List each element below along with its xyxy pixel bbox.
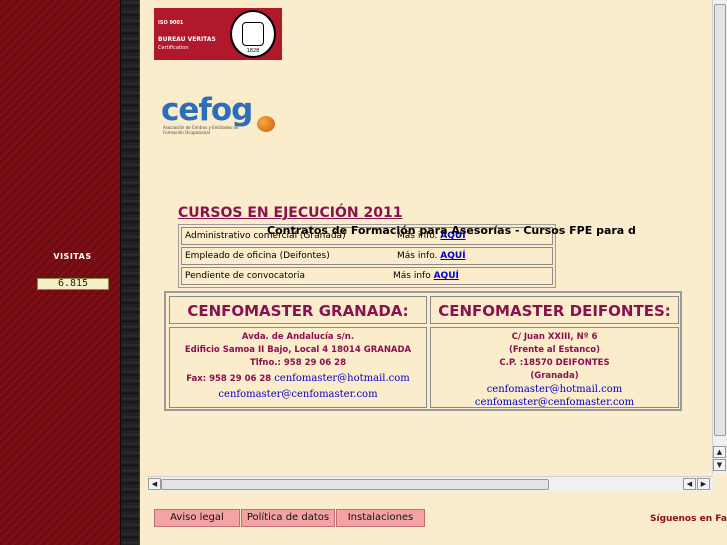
horizontal-scrollbar[interactable]: ◀ ◀ ▶ <box>147 476 713 491</box>
footer-tab-politica-datos[interactable]: Política de datos <box>241 509 335 527</box>
course-row: Empleado de oficina (Deifontes) Más info… <box>181 247 553 265</box>
courses-marquee[interactable]: Contratos de Formación para Asesorías - … <box>267 224 711 238</box>
seal-emblem-icon <box>242 22 264 46</box>
scroll-left-end-icon[interactable]: ◀ <box>683 478 696 490</box>
deifontes-details: C/ Juan XXIII, Nº 6 (Frente al Estanco) … <box>430 327 679 408</box>
scroll-left-icon[interactable]: ◀ <box>148 478 161 490</box>
cefog-ball-icon <box>257 116 275 132</box>
social-follow-text[interactable]: Síguenos en Fa <box>650 514 727 524</box>
vertical-scrollbar-thumb[interactable] <box>714 4 726 436</box>
granada-phone: Tlfno.: 958 29 06 28 <box>250 358 346 368</box>
course-name: Empleado de oficina (Deifontes) <box>185 251 330 261</box>
course-more-info: Más info. AQUÍ <box>397 251 466 261</box>
bureau-veritas-logo: ISO 9001 BUREAU VERITAS Certification 18… <box>154 8 282 60</box>
course-name: Pendiente de convocatoria <box>185 271 306 281</box>
visits-counter: 6.815 <box>37 278 109 290</box>
more-info-label: Más info. <box>397 251 438 261</box>
cert-sub-text: Certification <box>158 45 189 51</box>
vertical-scrollbar[interactable]: ▲ ▼ <box>712 0 727 474</box>
content-frame: ISO 9001 BUREAU VERITAS Certification 18… <box>147 0 727 492</box>
granada-address-1: Avda. de Andalucía s/n. <box>241 332 355 342</box>
courses-title: CURSOS EN EJECUCIÓN 2011 <box>178 205 403 221</box>
granada-email-1[interactable]: cenfomaster@hotmail.com <box>274 373 410 384</box>
footer-tab-instalaciones[interactable]: Instalaciones <box>336 509 425 527</box>
granada-fax-line: Fax: 958 29 06 28 cenfomaster@hotmail.co… <box>170 370 426 387</box>
cert-seal-icon: 1828 <box>230 10 276 58</box>
granada-address-2: Edificio Samoa II Bajo, Local 4 18014 GR… <box>184 345 412 355</box>
deifontes-email-2[interactable]: cenfomaster@cenfomaster.com <box>431 396 678 409</box>
deifontes-address-2: (Frente al Estanco) <box>508 345 601 355</box>
left-panel <box>0 0 120 545</box>
scroll-right-icon[interactable]: ▶ <box>697 478 710 490</box>
course-more-info: Más info AQUÍ <box>393 271 459 281</box>
granada-details: Avda. de Andalucía s/n. Edificio Samoa I… <box>169 327 427 408</box>
divider-strip <box>120 0 140 545</box>
cert-iso-text: ISO 9001 <box>158 20 184 26</box>
granada-fax: Fax: 958 29 06 28 <box>186 374 272 384</box>
seal-year: 1828 <box>246 48 260 54</box>
scroll-up-icon[interactable]: ▲ <box>713 446 726 458</box>
deifontes-postal: C.P. :18570 DEIFONTES <box>499 358 610 368</box>
locations-table: CENFOMASTER GRANADA: CENFOMASTER DEIFONT… <box>164 291 682 411</box>
deifontes-address-1: C/ Juan XXIII, Nº 6 <box>511 332 598 342</box>
more-info-label: Más info <box>393 271 431 281</box>
granada-email-2[interactable]: cenfomaster@cenfomaster.com <box>170 387 426 402</box>
cefog-tagline: Asociación de Centros y Entidades de For… <box>163 125 239 135</box>
scroll-down-icon[interactable]: ▼ <box>713 459 726 471</box>
course-link-aqui[interactable]: AQUÍ <box>434 271 459 281</box>
footer-bar: Aviso legal Política de datos Instalacio… <box>147 492 727 545</box>
footer-tab-aviso-legal[interactable]: Aviso legal <box>154 509 240 527</box>
horizontal-scrollbar-thumb[interactable] <box>161 479 549 490</box>
cefog-wordmark: cefog <box>161 92 253 128</box>
content-viewport: ISO 9001 BUREAU VERITAS Certification 18… <box>147 0 711 474</box>
cert-name-text: BUREAU VERITAS <box>158 36 216 43</box>
course-link-aqui[interactable]: AQUÍ <box>440 251 465 261</box>
deifontes-email-1[interactable]: cenfomaster@hotmail.com <box>431 383 678 396</box>
course-row: Pendiente de convocatoria Más info AQUÍ <box>181 267 553 285</box>
granada-title: CENFOMASTER GRANADA: <box>169 296 427 324</box>
deifontes-province: (Granada) <box>530 371 579 381</box>
deifontes-title: CENFOMASTER DEIFONTES: <box>430 296 679 324</box>
cefog-logo: cefog Asociación de Centros y Entidades … <box>161 92 281 138</box>
